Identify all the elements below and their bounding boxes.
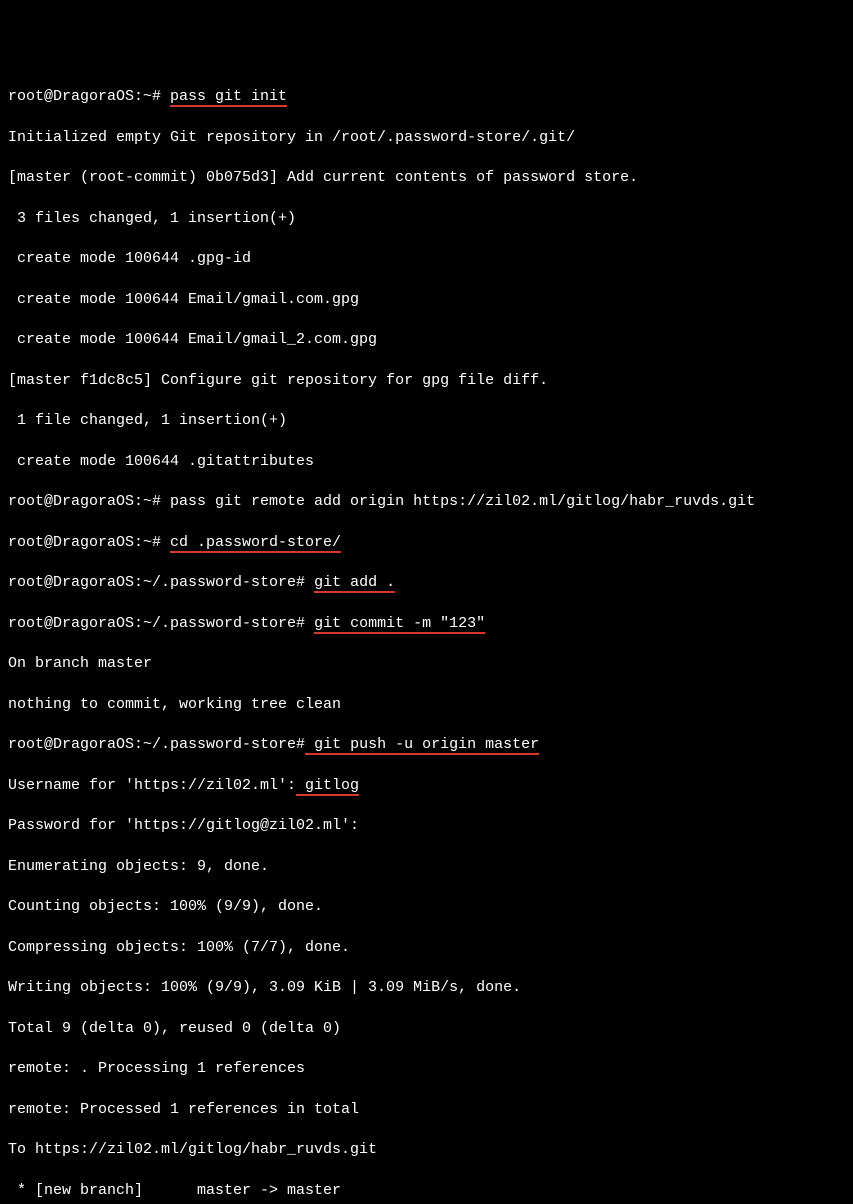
terminal-output: Initialized empty Git repository in /roo… [8, 128, 845, 148]
terminal-line: root@DragoraOS:~# cd .password-store/ [8, 533, 845, 553]
terminal-output: On branch master [8, 654, 845, 674]
command: git add . [314, 574, 395, 593]
command: cd .password-store/ [170, 534, 341, 553]
terminal-output: Password for 'https://gitlog@zil02.ml': [8, 816, 845, 836]
terminal-output: create mode 100644 .gitattributes [8, 452, 845, 472]
terminal-line: root@DragoraOS:~# pass git init [8, 87, 845, 107]
shell-prompt: root@DragoraOS:~/.password-store# [8, 574, 314, 591]
terminal-output: 1 file changed, 1 insertion(+) [8, 411, 845, 431]
command: pass git remote add origin https://zil02… [170, 493, 755, 510]
terminal-line: root@DragoraOS:~# pass git remote add or… [8, 492, 845, 512]
terminal-output: remote: Processed 1 references in total [8, 1100, 845, 1120]
shell-prompt: root@DragoraOS:~# [8, 493, 170, 510]
shell-prompt: root@DragoraOS:~/.password-store# [8, 736, 305, 753]
terminal-output: remote: . Processing 1 references [8, 1059, 845, 1079]
terminal-output: Counting objects: 100% (9/9), done. [8, 897, 845, 917]
command: git commit -m "123" [314, 615, 485, 634]
terminal-line: root@DragoraOS:~/.password-store# git co… [8, 614, 845, 634]
username-input: gitlog [296, 777, 359, 796]
terminal-output: create mode 100644 .gpg-id [8, 249, 845, 269]
terminal-output: 3 files changed, 1 insertion(+) [8, 209, 845, 229]
command: git push -u origin master [305, 736, 539, 755]
terminal-output: Compressing objects: 100% (7/7), done. [8, 938, 845, 958]
terminal-output: [master f1dc8c5] Configure git repositor… [8, 371, 845, 391]
terminal-output: Total 9 (delta 0), reused 0 (delta 0) [8, 1019, 845, 1039]
terminal-output: * [new branch] master -> master [8, 1181, 845, 1201]
terminal-output: create mode 100644 Email/gmail.com.gpg [8, 290, 845, 310]
terminal-output: Enumerating objects: 9, done. [8, 857, 845, 877]
terminal-output: Username for 'https://zil02.ml': gitlog [8, 776, 845, 796]
shell-prompt: root@DragoraOS:~/.password-store# [8, 615, 314, 632]
terminal-line: root@DragoraOS:~/.password-store# git ad… [8, 573, 845, 593]
username-prompt: Username for 'https://zil02.ml': [8, 777, 296, 794]
shell-prompt: root@DragoraOS:~# [8, 534, 170, 551]
shell-prompt: root@DragoraOS:~# [8, 88, 170, 105]
command: pass git init [170, 88, 287, 107]
terminal-output: create mode 100644 Email/gmail_2.com.gpg [8, 330, 845, 350]
terminal-output: To https://zil02.ml/gitlog/habr_ruvds.gi… [8, 1140, 845, 1160]
terminal-output: Writing objects: 100% (9/9), 3.09 KiB | … [8, 978, 845, 998]
terminal-line: root@DragoraOS:~/.password-store# git pu… [8, 735, 845, 755]
terminal-output: nothing to commit, working tree clean [8, 695, 845, 715]
terminal-output: [master (root-commit) 0b075d3] Add curre… [8, 168, 845, 188]
